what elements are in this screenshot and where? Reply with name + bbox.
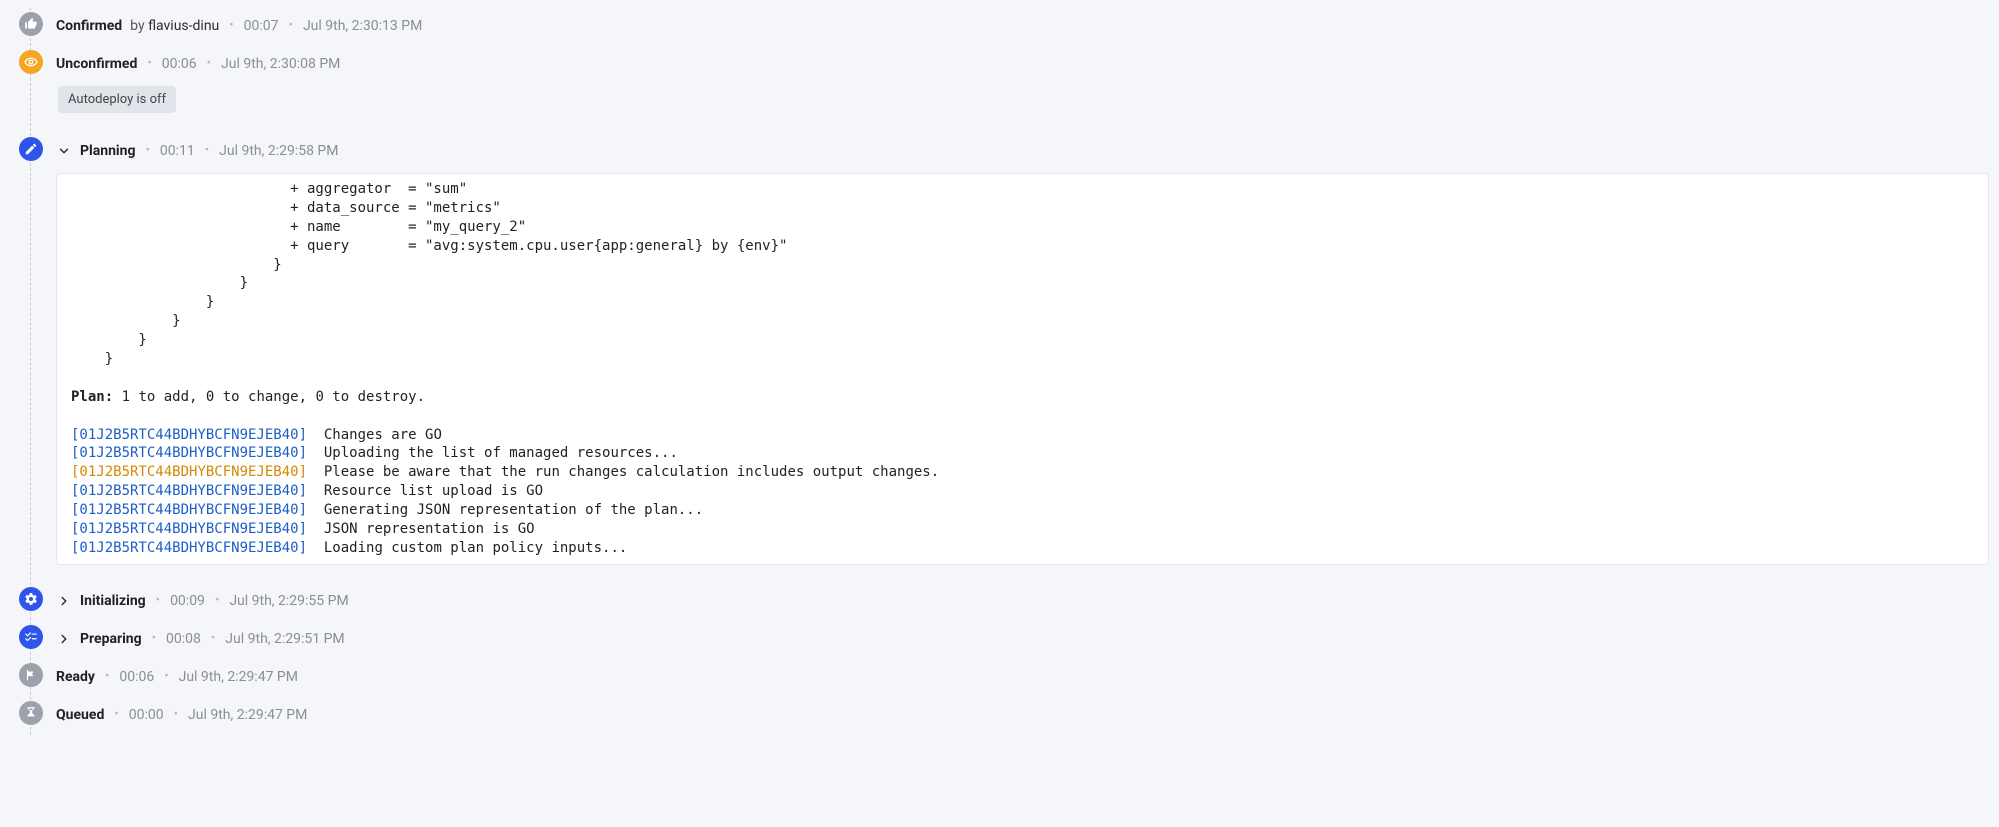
step-timestamp: Jul 9th, 2:30:08 PM xyxy=(221,52,340,76)
step-planning: Planning • 00:11 • Jul 9th, 2:29:58 PM +… xyxy=(56,133,1999,573)
step-duration: 00:06 xyxy=(162,52,197,76)
separator-dot: • xyxy=(205,52,213,76)
separator-dot: • xyxy=(162,665,170,689)
step-ready: Ready • 00:06 • Jul 9th, 2:29:47 PM xyxy=(56,659,1999,697)
step-title: Confirmed xyxy=(56,14,122,38)
chevron-down-icon[interactable] xyxy=(56,143,72,159)
gear-icon xyxy=(19,587,43,611)
step-title: Initializing xyxy=(80,589,146,613)
pencil-icon xyxy=(19,137,43,161)
step-title: Unconfirmed xyxy=(56,52,137,76)
step-duration: 00:00 xyxy=(129,703,164,727)
planning-log-panel[interactable]: + aggregator = "sum" + data_source = "me… xyxy=(56,173,1989,565)
separator-dot: • xyxy=(172,703,180,727)
eye-icon xyxy=(19,50,43,74)
step-confirmed: Confirmed by flavius-dinu • 00:07 • Jul … xyxy=(56,8,1999,46)
chevron-right-icon[interactable] xyxy=(56,631,72,647)
confirmed-by: by flavius-dinu xyxy=(130,14,219,38)
separator-dot: • xyxy=(145,52,153,76)
separator-dot: • xyxy=(154,589,162,613)
step-header: Unconfirmed • 00:06 • Jul 9th, 2:30:08 P… xyxy=(56,52,1999,76)
step-duration: 00:08 xyxy=(166,627,201,651)
chevron-right-icon[interactable] xyxy=(56,593,72,609)
step-timestamp: Jul 9th, 2:29:47 PM xyxy=(188,703,307,727)
step-timestamp: Jul 9th, 2:29:55 PM xyxy=(229,589,348,613)
step-header: Queued • 00:00 • Jul 9th, 2:29:47 PM xyxy=(56,703,1999,727)
step-unconfirmed: Unconfirmed • 00:06 • Jul 9th, 2:30:08 P… xyxy=(56,46,1999,121)
step-duration: 00:11 xyxy=(160,139,195,163)
step-title: Queued xyxy=(56,703,104,727)
step-duration: 00:09 xyxy=(170,589,205,613)
separator-dot: • xyxy=(103,665,111,689)
thumbs-up-icon xyxy=(19,12,43,36)
run-timeline: Confirmed by flavius-dinu • 00:07 • Jul … xyxy=(0,8,1999,735)
step-header: Confirmed by flavius-dinu • 00:07 • Jul … xyxy=(56,14,1999,38)
separator-dot: • xyxy=(203,139,211,163)
separator-dot: • xyxy=(209,627,217,651)
separator-dot: • xyxy=(227,14,235,38)
flag-icon xyxy=(19,663,43,687)
step-timestamp: Jul 9th, 2:29:51 PM xyxy=(225,627,344,651)
step-title: Ready xyxy=(56,665,95,689)
separator-dot: • xyxy=(287,14,295,38)
autodeploy-off-badge: Autodeploy is off xyxy=(58,86,176,113)
step-timestamp: Jul 9th, 2:29:58 PM xyxy=(219,139,338,163)
step-timestamp: Jul 9th, 2:30:13 PM xyxy=(303,14,422,38)
separator-dot: • xyxy=(213,589,221,613)
step-initializing: Initializing • 00:09 • Jul 9th, 2:29:55 … xyxy=(56,583,1999,621)
checklist-icon xyxy=(19,625,43,649)
step-duration: 00:06 xyxy=(119,665,154,689)
planning-log-output: + aggregator = "sum" + data_source = "me… xyxy=(57,174,1988,564)
step-header: Initializing • 00:09 • Jul 9th, 2:29:55 … xyxy=(56,589,1999,613)
step-title: Preparing xyxy=(80,627,142,651)
step-header: Preparing • 00:08 • Jul 9th, 2:29:51 PM xyxy=(56,627,1999,651)
step-preparing: Preparing • 00:08 • Jul 9th, 2:29:51 PM xyxy=(56,621,1999,659)
step-header: Ready • 00:06 • Jul 9th, 2:29:47 PM xyxy=(56,665,1999,689)
separator-dot: • xyxy=(150,627,158,651)
separator-dot: • xyxy=(143,139,151,163)
step-header: Planning • 00:11 • Jul 9th, 2:29:58 PM xyxy=(56,139,1999,163)
separator-dot: • xyxy=(112,703,120,727)
step-duration: 00:07 xyxy=(244,14,279,38)
step-queued: Queued • 00:00 • Jul 9th, 2:29:47 PM xyxy=(56,697,1999,735)
hourglass-icon xyxy=(19,701,43,725)
step-title: Planning xyxy=(80,139,135,163)
step-timestamp: Jul 9th, 2:29:47 PM xyxy=(179,665,298,689)
